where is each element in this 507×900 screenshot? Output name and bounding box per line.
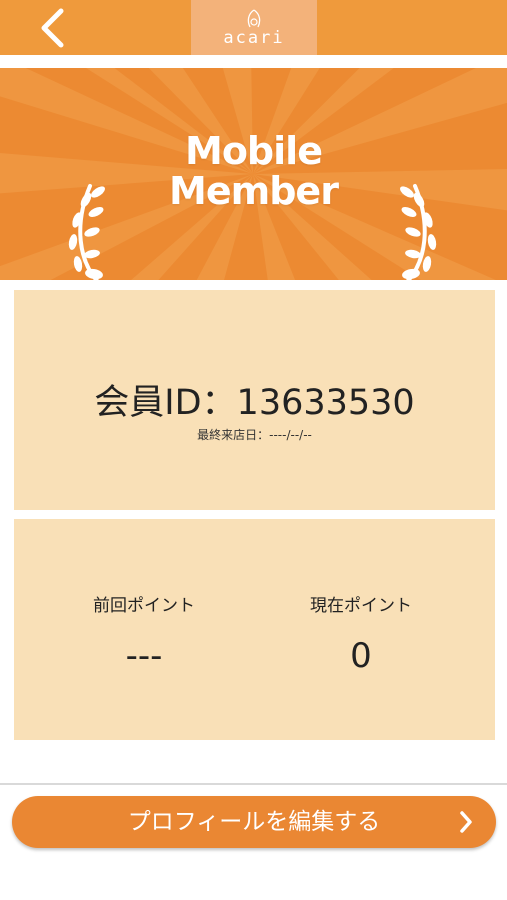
back-button[interactable] [30, 6, 74, 50]
app-logo[interactable]: acari [191, 0, 317, 55]
last-visit-date: 最終来店日：----/--/-- [197, 428, 312, 442]
top-bar: acari [0, 0, 507, 55]
previous-points-label: 前回ポイント [93, 596, 195, 616]
member-id: 会員ID：13633530 [94, 383, 415, 423]
current-points-label: 現在ポイント [310, 596, 412, 616]
chevron-left-icon [41, 8, 64, 48]
banner-title: Mobile Member [0, 131, 507, 211]
member-banner: Mobile Member [0, 68, 507, 280]
points-card: 前回ポイント --- 現在ポイント 0 [14, 519, 495, 740]
previous-points-value: --- [125, 636, 163, 676]
edit-profile-label: プロフィールを編集する [127, 809, 381, 835]
current-points: 現在ポイント 0 [261, 591, 461, 676]
divider [0, 783, 507, 785]
previous-points: 前回ポイント --- [44, 591, 244, 676]
member-id-card: 会員ID：13633530 最終来店日：----/--/-- [14, 290, 495, 510]
logo-mark-icon [247, 8, 261, 27]
logo-text: acari [223, 27, 285, 48]
chevron-right-icon [460, 811, 472, 833]
current-points-value: 0 [350, 636, 372, 676]
banner-title-line2: Member [169, 169, 339, 213]
edit-profile-button[interactable]: プロフィールを編集する [12, 796, 496, 848]
banner-title-line1: Mobile [185, 129, 323, 173]
